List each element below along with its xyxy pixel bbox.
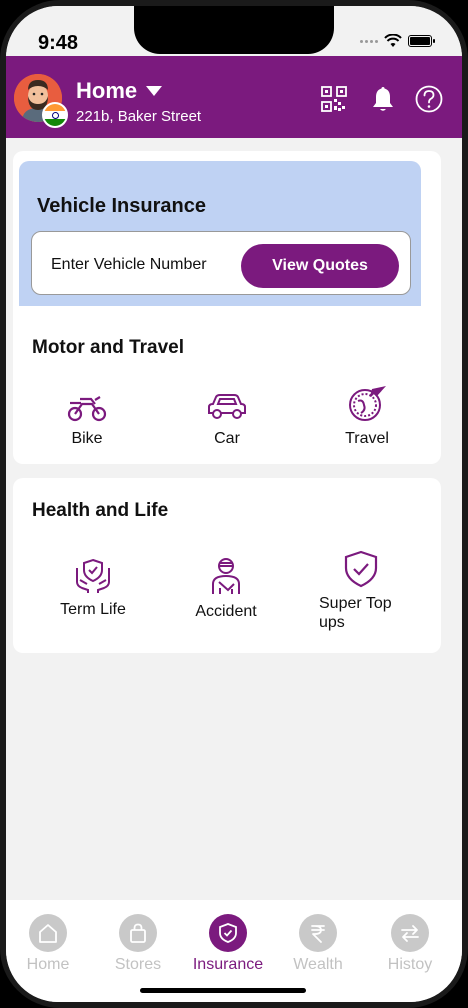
tile-super-top-ups-label: Super Top ups [319, 595, 392, 631]
nav-stores[interactable]: Stores [98, 914, 178, 974]
qr-scan-icon[interactable] [319, 84, 349, 114]
tile-term-life[interactable]: Term Life [23, 558, 163, 619]
location-selector[interactable]: Home [76, 78, 163, 104]
nav-history-label: Histoy [387, 956, 433, 973]
camera-notch [134, 6, 334, 54]
tile-travel[interactable]: Travel [297, 385, 437, 448]
shopping-bag-icon [130, 923, 146, 943]
car-icon [208, 394, 246, 419]
travel-globe-icon [349, 386, 386, 421]
vehicle-insurance-title: Vehicle Insurance [37, 195, 206, 217]
shield-check-icon [344, 550, 378, 588]
tile-term-life-label: Term Life [60, 601, 126, 618]
nav-insurance[interactable]: Insurance [188, 914, 268, 974]
tile-super-top-ups[interactable]: Super Top ups [297, 550, 437, 632]
nav-wealth-label: Wealth [293, 956, 343, 973]
hands-shield-icon [76, 558, 110, 593]
status-time: 9:48 [38, 32, 79, 54]
shield-check-icon [219, 923, 237, 943]
health-life-card: Health and Life Term Life Accident Super… [13, 478, 441, 653]
health-life-title: Health and Life [32, 500, 169, 521]
tile-car-label: Car [214, 430, 240, 447]
nav-insurance-label: Insurance [192, 956, 264, 973]
location-address: 221b, Baker Street [76, 108, 202, 125]
help-icon[interactable] [414, 84, 444, 114]
nav-stores-label: Stores [114, 956, 162, 973]
view-quotes-button[interactable]: View Quotes [241, 244, 399, 288]
home-indicator [140, 988, 306, 993]
vehicle-number-placeholder: Enter Vehicle Number [51, 256, 207, 273]
vehicle-insurance-panel: Vehicle Insurance Enter Vehicle Number V… [19, 161, 421, 306]
swap-arrows-icon [401, 925, 419, 942]
tile-travel-label: Travel [345, 430, 389, 447]
phone-frame: 9:48 Home 221b, Baker Street Vehicle Ins… [0, 0, 468, 1008]
country-flag-icon [42, 102, 68, 128]
status-icons [360, 34, 435, 48]
nav-home[interactable]: Home [8, 914, 88, 974]
nav-home-label: Home [26, 956, 70, 973]
injured-person-icon [212, 558, 240, 594]
tile-accident[interactable]: Accident [156, 556, 296, 621]
tile-accident-label: Accident [195, 603, 257, 620]
app-screen: 9:48 Home 221b, Baker Street Vehicle Ins… [6, 6, 462, 1002]
tile-bike-label: Bike [71, 430, 103, 447]
nav-history[interactable]: Histoy [370, 914, 450, 974]
motor-travel-title: Motor and Travel [32, 337, 185, 358]
location-title: Home [76, 78, 138, 103]
house-icon [39, 924, 57, 943]
rupee-icon [311, 925, 325, 943]
wifi-icon [384, 34, 402, 47]
motor-travel-card: Vehicle Insurance Enter Vehicle Number V… [13, 151, 441, 464]
bell-icon[interactable] [368, 84, 398, 114]
bottom-navigation: Home Stores Insurance Wealth Histoy [6, 900, 462, 1002]
status-bar: 9:48 [6, 6, 462, 56]
caret-down-icon [146, 86, 163, 96]
motorbike-icon [67, 396, 107, 422]
tile-car[interactable]: Car [157, 391, 297, 448]
vehicle-number-field[interactable]: Enter Vehicle Number View Quotes [31, 231, 411, 295]
battery-icon [408, 35, 435, 47]
nav-wealth[interactable]: Wealth [278, 914, 358, 974]
app-header: Home 221b, Baker Street [6, 56, 462, 138]
tile-bike[interactable]: Bike [17, 391, 157, 448]
signal-icon [360, 39, 378, 43]
